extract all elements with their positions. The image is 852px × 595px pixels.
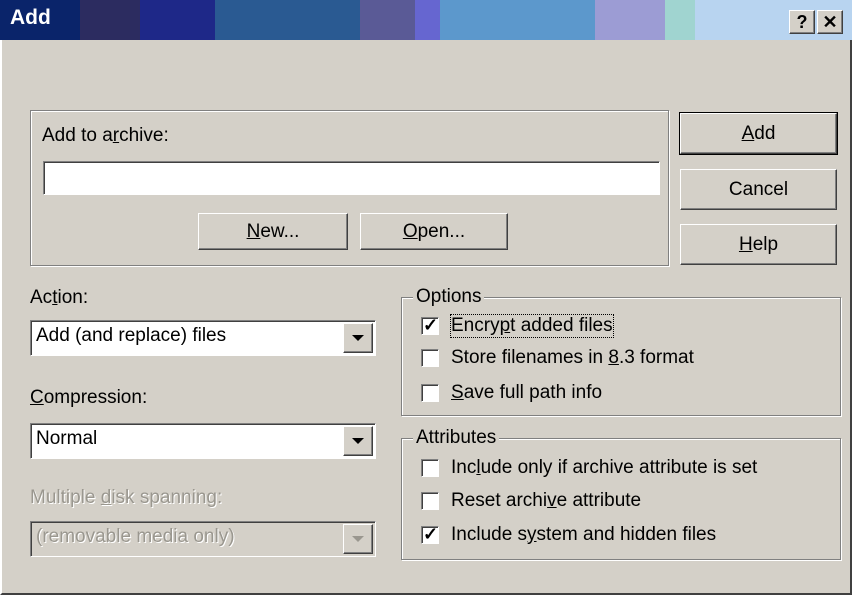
close-icon: ✕ [822,12,838,32]
add-button[interactable]: Add [679,112,838,155]
include-archive-checkbox[interactable]: Include only if archive attribute is set [421,457,757,479]
chevron-down-icon[interactable] [343,426,373,456]
include-archive-label: Include only if archive attribute is set [451,457,758,478]
question-icon: ? [796,12,808,32]
reset-archive-checkbox[interactable]: Reset archive attribute [421,490,641,512]
spanning-label: Multiple disk spanning: [30,487,223,508]
title-band [140,0,215,40]
spanning-select: (removable media only) [30,521,376,557]
archive-label: Add to archive: [42,125,169,146]
include-system-checkbox[interactable]: ✓ Include system and hidden files [421,524,716,546]
store83-label: Store filenames in 8.3 format [451,347,694,368]
encrypt-checkbox[interactable]: ✓ Encrypt added files [421,314,614,338]
spanning-value: (removable media only) [36,526,235,547]
action-select[interactable]: Add (and replace) files [30,320,376,356]
compression-label: Compression: [30,387,148,408]
archive-name-input[interactable] [43,161,660,195]
title-band [215,0,360,40]
title-band [415,0,440,40]
new-button[interactable]: New... [198,213,348,250]
fullpath-label: Save full path info [451,382,603,403]
options-legend: Options [413,286,485,308]
checkbox-box[interactable] [421,384,439,402]
window-title: Add [10,6,51,29]
open-button[interactable]: Open... [360,213,508,250]
compression-select[interactable]: Normal [30,423,376,459]
action-label: Action: [30,287,89,308]
checkbox-box[interactable]: ✓ [421,315,439,335]
reset-archive-label: Reset archive attribute [451,490,642,511]
help-title-button[interactable]: ? [789,10,815,34]
checkbox-box[interactable] [421,492,439,510]
check-icon: ✓ [423,524,439,544]
checkbox-box[interactable] [421,459,439,477]
cancel-button[interactable]: Cancel [680,169,837,210]
title-band [665,0,695,40]
checkbox-box[interactable] [421,349,439,367]
help-button[interactable]: Help [680,224,837,265]
fullpath-checkbox[interactable]: Save full path info [421,382,602,404]
title-band [80,0,140,40]
compression-value: Normal [36,428,98,449]
chevron-down-icon [343,524,373,554]
store83-checkbox[interactable]: Store filenames in 8.3 format [421,347,694,369]
encrypt-label: Encrypt added files [450,314,614,338]
checkbox-box[interactable]: ✓ [421,524,439,544]
title-band [595,0,665,40]
chevron-down-icon[interactable] [343,323,373,353]
title-band [440,0,595,40]
close-button[interactable]: ✕ [817,10,843,34]
action-value: Add (and replace) files [36,325,227,346]
title-bar: Add ? ✕ [0,0,852,40]
check-icon: ✓ [423,315,439,335]
title-band [360,0,415,40]
attributes-legend: Attributes [413,427,500,449]
include-system-label: Include system and hidden files [451,524,717,545]
